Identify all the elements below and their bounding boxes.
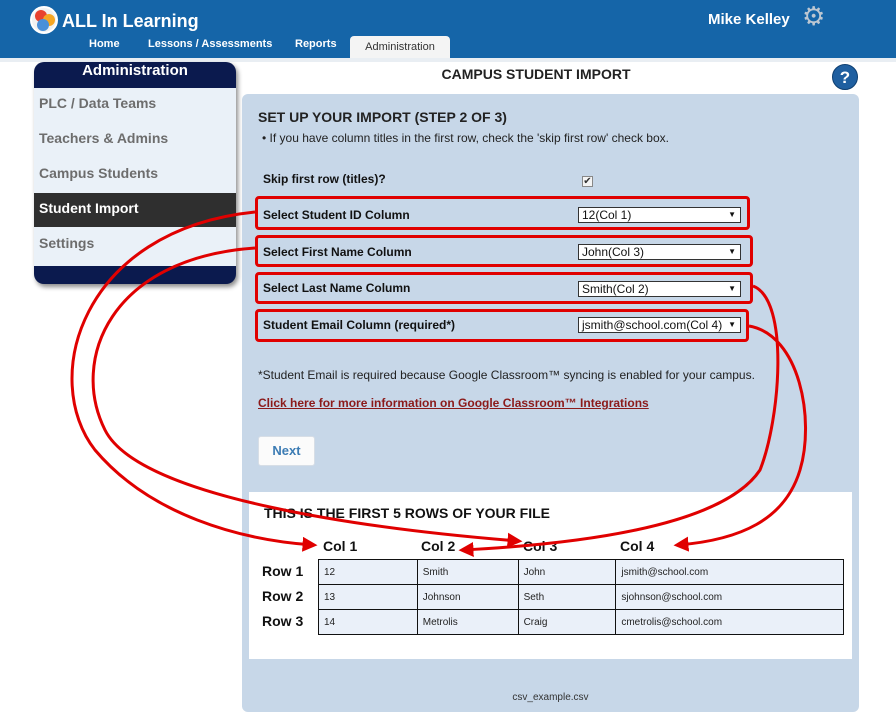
table-cell: Seth bbox=[517, 584, 617, 610]
chevron-down-icon: ▼ bbox=[728, 320, 736, 329]
gear-icon[interactable]: ⚙ bbox=[802, 3, 826, 29]
sidebar-item-student-import[interactable]: Student Import bbox=[34, 193, 236, 227]
column-header-4: Col 4 bbox=[620, 538, 655, 554]
file-name: csv_example.csv bbox=[512, 692, 589, 703]
table-cell: jsmith@school.com bbox=[615, 559, 844, 585]
sidebar-menu: PLC / Data Teams Teachers & Admins Campu… bbox=[34, 88, 236, 266]
table-cell: John bbox=[517, 559, 617, 585]
table-row: 14 Metrolis Craig cmetrolis@school.com bbox=[318, 609, 844, 635]
nav-lessons-assessments[interactable]: Lessons / Assessments bbox=[148, 38, 272, 50]
sidebar-item-campus-students[interactable]: Campus Students bbox=[34, 158, 236, 192]
admin-sidebar: Administration PLC / Data Teams Teachers… bbox=[34, 62, 236, 284]
chevron-down-icon: ▼ bbox=[728, 284, 736, 293]
skip-first-row-checkbox[interactable]: ✔ bbox=[582, 176, 593, 187]
table-row: 13 Johnson Seth sjohnson@school.com bbox=[318, 584, 844, 610]
last-name-select[interactable]: Smith(Col 2) ▼ bbox=[578, 281, 741, 297]
nav-home[interactable]: Home bbox=[89, 38, 120, 50]
email-select[interactable]: jsmith@school.com(Col 4) ▼ bbox=[578, 317, 741, 333]
next-button[interactable]: Next bbox=[258, 436, 315, 466]
top-bar: ALL In Learning Home Lessons / Assessmen… bbox=[0, 0, 896, 58]
column-header-2: Col 2 bbox=[421, 538, 456, 554]
table-cell: Johnson bbox=[416, 584, 519, 610]
last-name-value: Smith(Col 2) bbox=[582, 282, 649, 296]
instruction-label: If you have column titles in the first r… bbox=[269, 131, 669, 145]
nav-administration[interactable]: Administration bbox=[350, 36, 450, 58]
chevron-down-icon: ▼ bbox=[728, 210, 736, 219]
first-name-select[interactable]: John(Col 3) ▼ bbox=[578, 244, 741, 260]
email-value: jsmith@school.com(Col 4) bbox=[582, 318, 723, 332]
table-row: 12 Smith John jsmith@school.com bbox=[318, 559, 844, 585]
student-id-value: 12(Col 1) bbox=[582, 208, 632, 222]
user-name[interactable]: Mike Kelley bbox=[708, 11, 790, 28]
google-classroom-link[interactable]: Click here for more information on Googl… bbox=[258, 396, 649, 410]
skip-first-row-label: Skip first row (titles)? bbox=[263, 172, 386, 186]
row-label-2: Row 2 bbox=[262, 588, 304, 604]
table-cell: sjohnson@school.com bbox=[615, 584, 844, 610]
first-name-label: Select First Name Column bbox=[263, 245, 412, 259]
logo-icon[interactable] bbox=[30, 6, 58, 34]
sidebar-item-plc-data-teams[interactable]: PLC / Data Teams bbox=[34, 88, 236, 122]
nav-reports[interactable]: Reports bbox=[295, 38, 337, 50]
first-name-value: John(Col 3) bbox=[582, 245, 645, 259]
chevron-down-icon: ▼ bbox=[728, 247, 736, 256]
step-title: SET UP YOUR IMPORT (STEP 2 OF 3) bbox=[258, 109, 507, 125]
column-header-1: Col 1 bbox=[323, 538, 358, 554]
sidebar-title: Administration bbox=[82, 62, 188, 79]
row-label-3: Row 3 bbox=[262, 613, 304, 629]
table-cell: Craig bbox=[517, 609, 617, 635]
table-cell: 14 bbox=[318, 609, 418, 635]
table-cell: 12 bbox=[318, 559, 418, 585]
brand-name[interactable]: ALL In Learning bbox=[62, 11, 199, 32]
page-title: CAMPUS STUDENT IMPORT bbox=[441, 66, 631, 82]
email-required-note: *Student Email is required because Googl… bbox=[258, 368, 755, 382]
email-label: Student Email Column (required*) bbox=[263, 318, 456, 332]
help-icon[interactable]: ? bbox=[832, 64, 858, 90]
table-cell: 13 bbox=[318, 584, 418, 610]
sidebar-item-teachers-admins[interactable]: Teachers & Admins bbox=[34, 123, 236, 157]
student-id-select[interactable]: 12(Col 1) ▼ bbox=[578, 207, 741, 223]
table-cell: Smith bbox=[416, 559, 519, 585]
instruction-text: • If you have column titles in the first… bbox=[262, 131, 669, 145]
column-header-3: Col 3 bbox=[523, 538, 558, 554]
preview-table: 12 Smith John jsmith@school.com 13 Johns… bbox=[318, 559, 844, 635]
table-cell: cmetrolis@school.com bbox=[615, 609, 844, 635]
sidebar-item-settings[interactable]: Settings bbox=[34, 228, 236, 262]
table-cell: Metrolis bbox=[416, 609, 519, 635]
student-id-label: Select Student ID Column bbox=[263, 208, 410, 222]
row-label-1: Row 1 bbox=[262, 563, 304, 579]
preview-title: THIS IS THE FIRST 5 ROWS OF YOUR FILE bbox=[264, 505, 550, 521]
last-name-label: Select Last Name Column bbox=[263, 281, 411, 295]
